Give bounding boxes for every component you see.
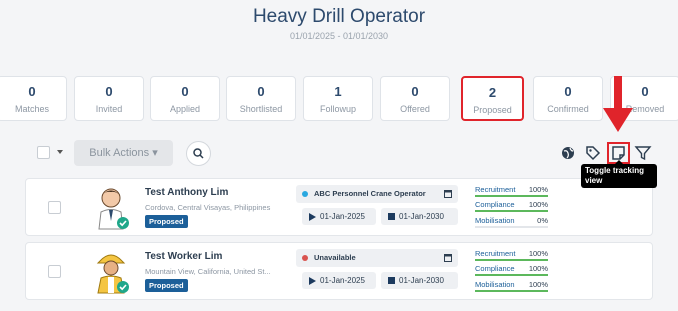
pipeline-stats: 0 Matches 0 Invited 0 Applied 0 Shortlisted … (0, 76, 678, 121)
stat-label: Followup (319, 104, 357, 114)
stat-count: 0 (28, 84, 36, 99)
start-date: 01-Jan-2025 (302, 208, 376, 225)
stat-confirmed[interactable]: 0 Confirmed (533, 76, 603, 121)
project-assignment[interactable]: Unavailable (296, 249, 458, 267)
stat-shortlisted[interactable]: 0 Shortlisted (226, 76, 296, 121)
metric-value: 0% (537, 216, 548, 225)
project-status-dot (302, 255, 308, 261)
start-date: 01-Jan-2025 (302, 272, 376, 289)
worker-name[interactable]: Test Anthony Lim (145, 187, 228, 198)
bulk-actions-button[interactable]: Bulk Actions ▾ (74, 140, 173, 166)
metric-value: 100% (528, 249, 548, 258)
stat-label: Shortlisted (239, 104, 283, 114)
metric-label: Compliance (475, 200, 515, 209)
stat-label: Proposed (473, 105, 512, 115)
project-name: ABC Personnel Crane Operator (314, 189, 426, 198)
calendar-icon (444, 254, 452, 262)
filter-button[interactable] (633, 143, 653, 163)
stat-label: Confirmed (547, 104, 589, 114)
stat-offered[interactable]: 0 Offered (380, 76, 450, 121)
play-icon (309, 213, 316, 221)
project-assignment[interactable]: ABC Personnel Crane Operator (296, 185, 458, 203)
search-button[interactable] (186, 141, 211, 166)
progress-bar (475, 259, 548, 261)
row-checkbox[interactable] (48, 201, 61, 214)
tag-icon (586, 146, 601, 161)
select-dropdown-caret[interactable] (57, 150, 63, 154)
status-badge: Proposed (145, 279, 188, 292)
start-date-value: 01-Jan-2025 (320, 212, 365, 221)
metric-label: Compliance (475, 264, 515, 273)
progress-bar (475, 210, 548, 212)
progress-bar (475, 290, 548, 292)
metric-value: 100% (528, 264, 548, 273)
date-range: 01/01/2025 - 01/01/2030 (289, 31, 389, 41)
verified-check-icon (117, 217, 129, 229)
annotation-arrow (614, 76, 622, 110)
worker-location: Cordova, Central Visayas, Philippines (145, 203, 271, 212)
worker-location: Mountain View, California, United St... (145, 267, 271, 276)
metric-label: Mobilisation (475, 216, 515, 225)
metric-label: Recruitment (475, 249, 516, 258)
metric-value: 100% (528, 200, 548, 209)
project-status-dot (302, 191, 308, 197)
status-badge: Proposed (145, 215, 188, 228)
stat-count: 0 (564, 84, 572, 99)
calendar-icon (444, 190, 452, 198)
toolbar: Bulk Actions ▾ (0, 140, 678, 166)
stat-followup[interactable]: 1 Followup (303, 76, 373, 121)
project-name: Unavailable (314, 253, 356, 262)
verified-check-icon (117, 281, 129, 293)
stop-icon (388, 277, 395, 284)
globe-button[interactable] (558, 143, 578, 163)
stat-label: Applied (169, 104, 201, 114)
select-all-checkbox[interactable] (37, 146, 50, 159)
progress-bar (475, 226, 548, 228)
annotation-arrow-head (603, 108, 633, 132)
row-checkbox[interactable] (48, 265, 61, 278)
end-date: 01-Jan-2030 (381, 272, 458, 289)
start-date-value: 01-Jan-2025 (320, 276, 365, 285)
metric-value: 100% (528, 185, 548, 194)
page-title: Heavy Drill Operator (252, 6, 426, 27)
stat-count: 0 (411, 84, 419, 99)
progress-bar (475, 274, 548, 276)
tracking-view-tooltip: Toggle tracking view (581, 160, 657, 188)
worker-card[interactable]: Test Anthony Lim Cordova, Central Visaya… (25, 178, 653, 236)
tag-button[interactable] (583, 143, 603, 163)
stat-applied[interactable]: 0 Applied (150, 76, 220, 121)
stat-label: Invited (95, 104, 123, 114)
stat-matches[interactable]: 0 Matches (0, 76, 67, 121)
metric-value: 100% (528, 280, 548, 289)
filter-icon (634, 146, 652, 161)
stat-proposed[interactable]: 2 Proposed (461, 76, 524, 121)
metric-label: Recruitment (475, 185, 516, 194)
metric-label: Mobilisation (475, 280, 515, 289)
avatar (91, 185, 131, 231)
avatar (91, 249, 131, 295)
search-icon (193, 148, 204, 159)
stat-count: 0 (181, 84, 189, 99)
stat-invited[interactable]: 0 Invited (74, 76, 144, 121)
end-date: 01-Jan-2030 (381, 208, 458, 225)
stat-count: 2 (488, 85, 497, 100)
stat-label: Offered (400, 104, 430, 114)
end-date-value: 01-Jan-2030 (399, 212, 444, 221)
progress-bar (475, 195, 548, 197)
play-icon (309, 277, 316, 285)
worker-card[interactable]: Test Worker Lim Mountain View, Californi… (25, 242, 653, 300)
stat-label: Matches (14, 104, 49, 114)
stat-count: 0 (105, 84, 113, 99)
stop-icon (388, 213, 395, 220)
globe-icon (562, 147, 574, 159)
end-date-value: 01-Jan-2030 (399, 276, 444, 285)
stat-count: 1 (334, 84, 342, 99)
stat-count: 0 (257, 84, 265, 99)
worker-name[interactable]: Test Worker Lim (145, 251, 222, 262)
